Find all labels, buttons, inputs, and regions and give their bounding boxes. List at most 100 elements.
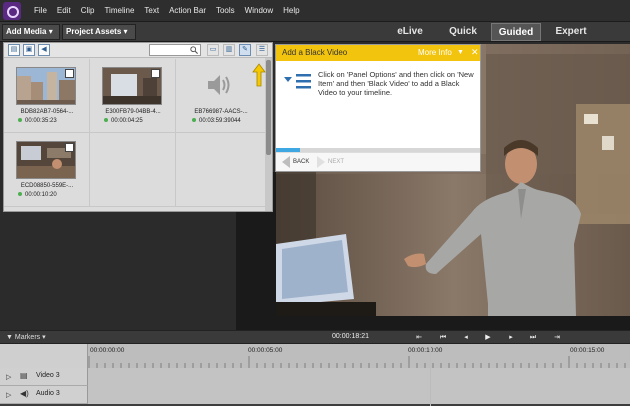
chevron-down-icon[interactable]: ▼ bbox=[457, 49, 464, 56]
play-icon[interactable]: ▶ bbox=[483, 333, 493, 342]
next-arrow-icon bbox=[317, 156, 325, 168]
guided-popup-title: Add a Black Video bbox=[282, 48, 348, 57]
panel-options-menu-icon bbox=[284, 74, 311, 89]
asset-empty-cell bbox=[176, 133, 266, 207]
asset-name: BDB82AB7-0564-... bbox=[20, 109, 74, 115]
playhead[interactable] bbox=[430, 344, 431, 406]
expand-track-icon[interactable]: ▷ bbox=[6, 391, 11, 399]
current-timecode: 00:00:18:21 bbox=[332, 333, 369, 340]
search-input[interactable] bbox=[149, 44, 201, 56]
menu-tools[interactable]: Tools bbox=[216, 6, 235, 15]
add-media-button[interactable]: Add Media ▾ bbox=[2, 24, 60, 40]
asset-duration: 00:00:04:25 bbox=[104, 118, 143, 124]
markers-dropdown[interactable]: ▼ Markers ▾ bbox=[6, 333, 46, 341]
asset-name: EB766987-AACS-... bbox=[194, 109, 248, 115]
add-media-label: Add Media bbox=[6, 27, 47, 36]
asset-name: E300FB79-04BB-4... bbox=[105, 109, 161, 115]
asset-thumbnail bbox=[16, 67, 76, 105]
project-assets-label: Project Assets bbox=[66, 27, 122, 36]
speaker-icon: ◀) bbox=[20, 389, 29, 398]
ruler-label: 00:00:00:00 bbox=[90, 347, 125, 354]
menu-action-bar[interactable]: Action Bar bbox=[169, 6, 206, 15]
asset-thumbnail bbox=[16, 141, 76, 179]
guide-arrow-icon bbox=[252, 63, 266, 87]
go-to-start-icon[interactable]: ⇤ bbox=[414, 333, 424, 342]
asset-name: ECD08850-559E-... bbox=[20, 183, 74, 189]
mode-bar: Add Media ▾ Project Assets ▾ eLive Quick… bbox=[0, 22, 630, 42]
chevron-down-icon: ▾ bbox=[123, 27, 128, 36]
ruler-label: 00:00:15:00 bbox=[570, 347, 605, 354]
scrollbar-thumb[interactable] bbox=[266, 60, 271, 155]
menu-bar: File Edit Clip Timeline Text Action Bar … bbox=[0, 0, 630, 22]
panel-options-icon[interactable]: ☰ bbox=[256, 44, 268, 56]
ruler-label: 00:00:10:00 bbox=[408, 347, 443, 354]
project-assets-panel: ▤ ▣ ◀ ▭ ▥ ✎ ☰ BDB82AB7-0564-... 00:00:35… bbox=[3, 42, 273, 212]
asset-item[interactable]: BDB82AB7-0564-... 00:00:35:23 bbox=[4, 59, 90, 133]
project-assets-button[interactable]: Project Assets ▾ bbox=[62, 24, 136, 40]
transport-bar: ▼ Markers ▾ 00:00:18:21 ⇤ ⏮ ◂ ▶ ▸ ⏭ ⇥ bbox=[0, 330, 630, 344]
track-lane[interactable] bbox=[88, 368, 630, 386]
previous-clip-icon[interactable]: ⏮ bbox=[438, 333, 448, 342]
asset-duration: 00:00:10:20 bbox=[18, 192, 57, 198]
next-label: NEXT bbox=[328, 159, 345, 165]
tab-elive[interactable]: eLive bbox=[388, 23, 432, 41]
step-back-icon[interactable]: ◂ bbox=[461, 333, 471, 342]
close-icon[interactable]: ✕ bbox=[471, 47, 479, 58]
asset-item[interactable]: ECD08850-559E-... 00:00:10:20 bbox=[4, 133, 90, 207]
app-logo bbox=[3, 1, 21, 20]
tab-guided[interactable]: Guided bbox=[491, 23, 541, 41]
new-folder-icon[interactable]: ▭ bbox=[207, 44, 219, 56]
menu-clip[interactable]: Clip bbox=[81, 6, 95, 15]
menu-help[interactable]: Help bbox=[283, 6, 299, 15]
menu-timeline[interactable]: Timeline bbox=[104, 6, 134, 15]
track-lane[interactable] bbox=[88, 386, 630, 404]
film-filter-icon[interactable]: ▤ bbox=[8, 44, 20, 56]
search-icon bbox=[190, 46, 198, 54]
image-filter-icon[interactable]: ▣ bbox=[23, 44, 35, 56]
track-label: Audio 3 bbox=[36, 390, 60, 397]
guided-instructions: Click on 'Panel Options' and then click … bbox=[318, 70, 474, 97]
next-button[interactable]: NEXT bbox=[316, 156, 344, 168]
go-to-end-icon[interactable]: ⇥ bbox=[552, 333, 562, 342]
assets-scrollbar[interactable] bbox=[265, 58, 272, 211]
time-ruler[interactable]: 00:00:00:00 00:00:05:00 00:00:10:00 00:0… bbox=[88, 344, 630, 368]
menu-window[interactable]: Window bbox=[245, 6, 273, 15]
track-header: ▷ ◀) Audio 3 bbox=[0, 386, 88, 404]
guided-popup: Add a Black Video More Info ▼ ✕ Click on… bbox=[275, 44, 481, 172]
menu-text[interactable]: Text bbox=[144, 6, 159, 15]
back-label: BACK bbox=[293, 159, 310, 165]
speaker-icon bbox=[208, 75, 230, 95]
guided-popup-header: Add a Black Video More Info ▼ ✕ bbox=[276, 45, 480, 61]
film-icon: ▤ bbox=[20, 371, 28, 380]
asset-empty-cell bbox=[90, 133, 176, 207]
markers-label: Markers bbox=[14, 334, 41, 341]
track-header: ▷ ▤ Video 3 bbox=[0, 368, 88, 386]
assets-toolbar: ▤ ▣ ◀ ▭ ▥ ✎ ☰ bbox=[4, 43, 272, 58]
more-info-link[interactable]: More Info bbox=[418, 48, 452, 57]
menu-file[interactable]: File bbox=[34, 6, 47, 15]
back-arrow-icon bbox=[282, 156, 290, 168]
next-clip-icon[interactable]: ⏭ bbox=[528, 333, 538, 342]
ruler-label: 00:00:05:00 bbox=[248, 347, 283, 354]
track-label: Video 3 bbox=[36, 372, 60, 379]
expand-track-icon[interactable]: ▷ bbox=[6, 373, 11, 381]
asset-duration: 00:03:59:39044 bbox=[192, 118, 241, 124]
step-forward-icon[interactable]: ▸ bbox=[506, 333, 516, 342]
video-badge-icon bbox=[65, 69, 74, 78]
asset-item[interactable]: E300FB79-04BB-4... 00:00:04:25 bbox=[90, 59, 176, 133]
menu-edit[interactable]: Edit bbox=[57, 6, 71, 15]
guided-popup-footer: BACK NEXT bbox=[276, 152, 480, 171]
chevron-down-icon: ▾ bbox=[48, 27, 53, 36]
track-video-3: ▷ ▤ Video 3 bbox=[0, 368, 630, 386]
video-badge-icon bbox=[151, 69, 160, 78]
asset-duration: 00:00:35:23 bbox=[18, 118, 57, 124]
pin-icon[interactable]: ✎ bbox=[239, 44, 251, 56]
asset-thumbnail bbox=[102, 67, 162, 105]
tab-quick[interactable]: Quick bbox=[440, 23, 486, 41]
video-badge-icon bbox=[65, 143, 74, 152]
ruler-ticks bbox=[88, 356, 626, 368]
trash-icon[interactable]: ▥ bbox=[223, 44, 235, 56]
audio-filter-icon[interactable]: ◀ bbox=[38, 44, 50, 56]
back-button[interactable]: BACK bbox=[281, 156, 309, 168]
tab-expert[interactable]: Expert bbox=[545, 23, 597, 41]
